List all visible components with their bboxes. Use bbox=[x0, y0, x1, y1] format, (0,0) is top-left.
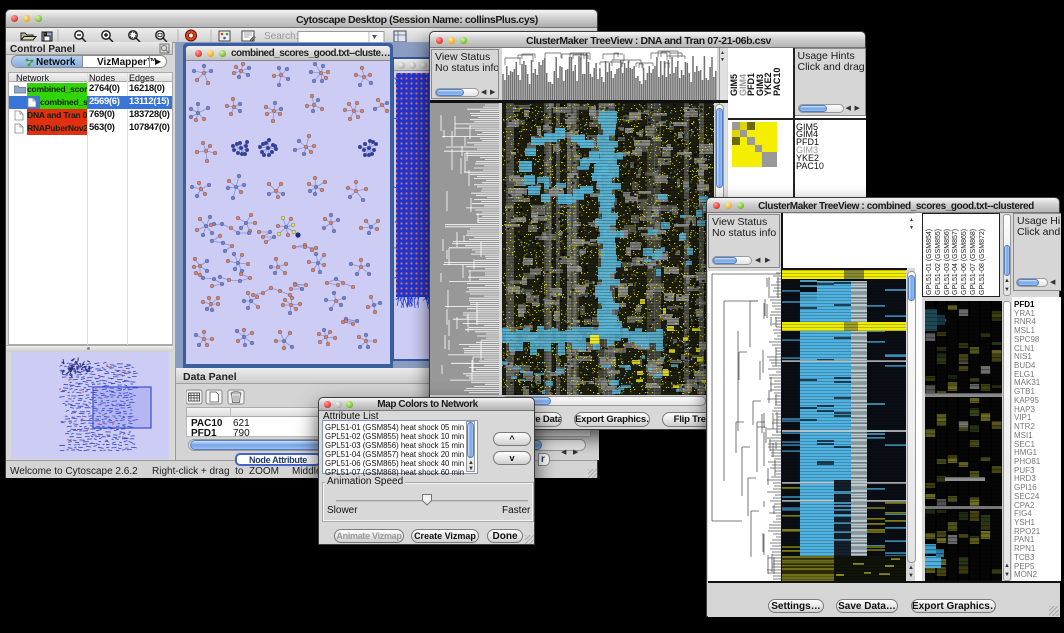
svg-text:Search:: Search: bbox=[264, 31, 298, 42]
